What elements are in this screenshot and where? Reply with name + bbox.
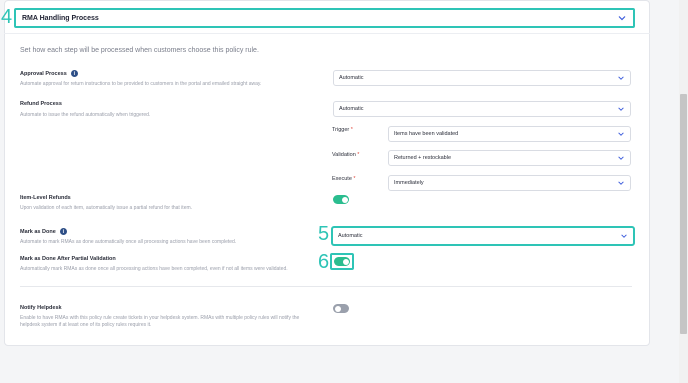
validation-label: Validation *: [332, 152, 359, 158]
mark-as-done-description: Automate to mark RMAs as done automatica…: [20, 239, 237, 245]
notify-helpdesk-description: Enable to have RMAs with this policy rul…: [20, 315, 300, 328]
execute-label: Execute *: [332, 176, 356, 182]
required-mark: *: [353, 176, 356, 182]
info-icon[interactable]: i: [59, 228, 67, 235]
section-title: RMA Handling Process: [22, 14, 99, 22]
execute-label-text: Execute: [332, 176, 352, 182]
mark-done-partial-toggle[interactable]: [334, 257, 350, 266]
validation-select[interactable]: Returned + restockable: [388, 150, 631, 166]
section-description: Set how each step will be processed when…: [20, 47, 259, 54]
approval-process-select[interactable]: Automatic: [333, 70, 631, 86]
notify-helpdesk-toggle[interactable]: [333, 304, 349, 313]
refund-process-description: Automate to issue the refund automatical…: [20, 112, 151, 118]
execute-value: Immediately: [394, 180, 424, 186]
item-level-refunds-description: Upon validation of each item, automatica…: [20, 205, 193, 211]
chevron-down-icon: [618, 16, 626, 21]
notify-helpdesk-label-text: Notify Helpdesk: [20, 305, 62, 311]
validation-value: Returned + restockable: [394, 155, 452, 161]
toggle-knob: [341, 196, 348, 203]
required-mark: *: [350, 127, 353, 133]
execute-select[interactable]: Immediately: [388, 175, 631, 191]
mark-as-done-select[interactable]: Automatic: [331, 226, 635, 246]
chevron-down-icon: [618, 132, 624, 136]
approval-process-label: Approval Process i: [20, 70, 78, 77]
refund-process-value: Automatic: [339, 106, 364, 112]
trigger-select[interactable]: Items have been validated: [388, 126, 631, 142]
section-divider: [20, 286, 632, 287]
mark-as-done-label: Mark as Done i: [20, 228, 67, 235]
header-divider: [4, 33, 650, 34]
rma-handling-header[interactable]: RMA Handling Process: [14, 8, 635, 28]
refund-process-label: Refund Process: [20, 101, 62, 107]
step-6-annotation: 6: [318, 251, 330, 273]
item-level-refunds-label: Item-Level Refunds: [20, 195, 71, 201]
trigger-label-text: Trigger: [332, 127, 350, 133]
step-5-annotation: 5: [318, 223, 330, 245]
trigger-value: Items have been validated: [394, 131, 459, 137]
chevron-down-icon: [618, 107, 624, 111]
toggle-knob: [342, 258, 349, 265]
toggle-knob: [334, 305, 341, 312]
trigger-label: Trigger *: [332, 127, 353, 133]
info-icon[interactable]: i: [70, 70, 78, 77]
chevron-down-icon: [618, 156, 624, 160]
item-level-refunds-label-text: Item-Level Refunds: [20, 195, 71, 201]
approval-process-label-text: Approval Process: [20, 70, 67, 77]
scrollbar-thumb[interactable]: [680, 94, 687, 334]
chevron-down-icon: [621, 234, 627, 238]
mark-done-partial-label-text: Mark as Done After Partial Validation: [20, 256, 116, 262]
item-level-refunds-toggle[interactable]: [333, 195, 349, 204]
refund-process-select[interactable]: Automatic: [333, 101, 631, 117]
mark-as-done-label-text: Mark as Done: [20, 228, 56, 235]
step-4-annotation: 4: [1, 6, 13, 28]
notify-helpdesk-label: Notify Helpdesk: [20, 305, 62, 311]
mark-as-done-value: Automatic: [338, 233, 363, 239]
approval-process-value: Automatic: [339, 75, 364, 81]
chevron-down-icon: [618, 181, 624, 185]
mark-done-partial-description: Automatically mark RMAs as done once all…: [20, 266, 288, 272]
refund-process-label-text: Refund Process: [20, 101, 62, 107]
required-mark: *: [357, 152, 360, 158]
validation-label-text: Validation: [332, 152, 356, 158]
mark-done-partial-label: Mark as Done After Partial Validation: [20, 256, 116, 262]
chevron-down-icon: [618, 76, 624, 80]
approval-process-description: Automate approval for return instruction…: [20, 81, 262, 87]
